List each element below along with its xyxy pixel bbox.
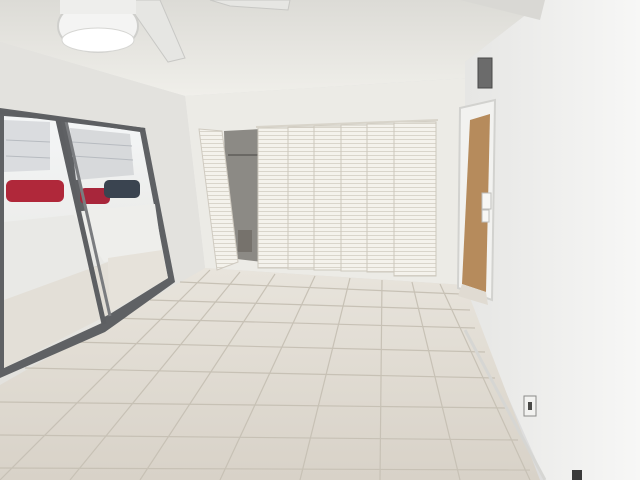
closet-door-6: [393, 121, 437, 277]
red-car: [6, 180, 64, 202]
outside-building: [70, 128, 134, 180]
dark-car: [104, 180, 140, 198]
switch-plate-lower: [481, 209, 490, 223]
closet-doors: [255, 119, 439, 277]
closet-door-2: [287, 126, 315, 270]
closet-door-1: [257, 127, 289, 269]
air-vent: [477, 57, 493, 89]
floor-object: [572, 470, 582, 480]
light-switch: [481, 192, 492, 210]
closet-door-4: [340, 124, 368, 272]
room-photo: [0, 0, 640, 480]
closet-door-3: [313, 125, 342, 271]
closet-door-5: [366, 123, 395, 273]
